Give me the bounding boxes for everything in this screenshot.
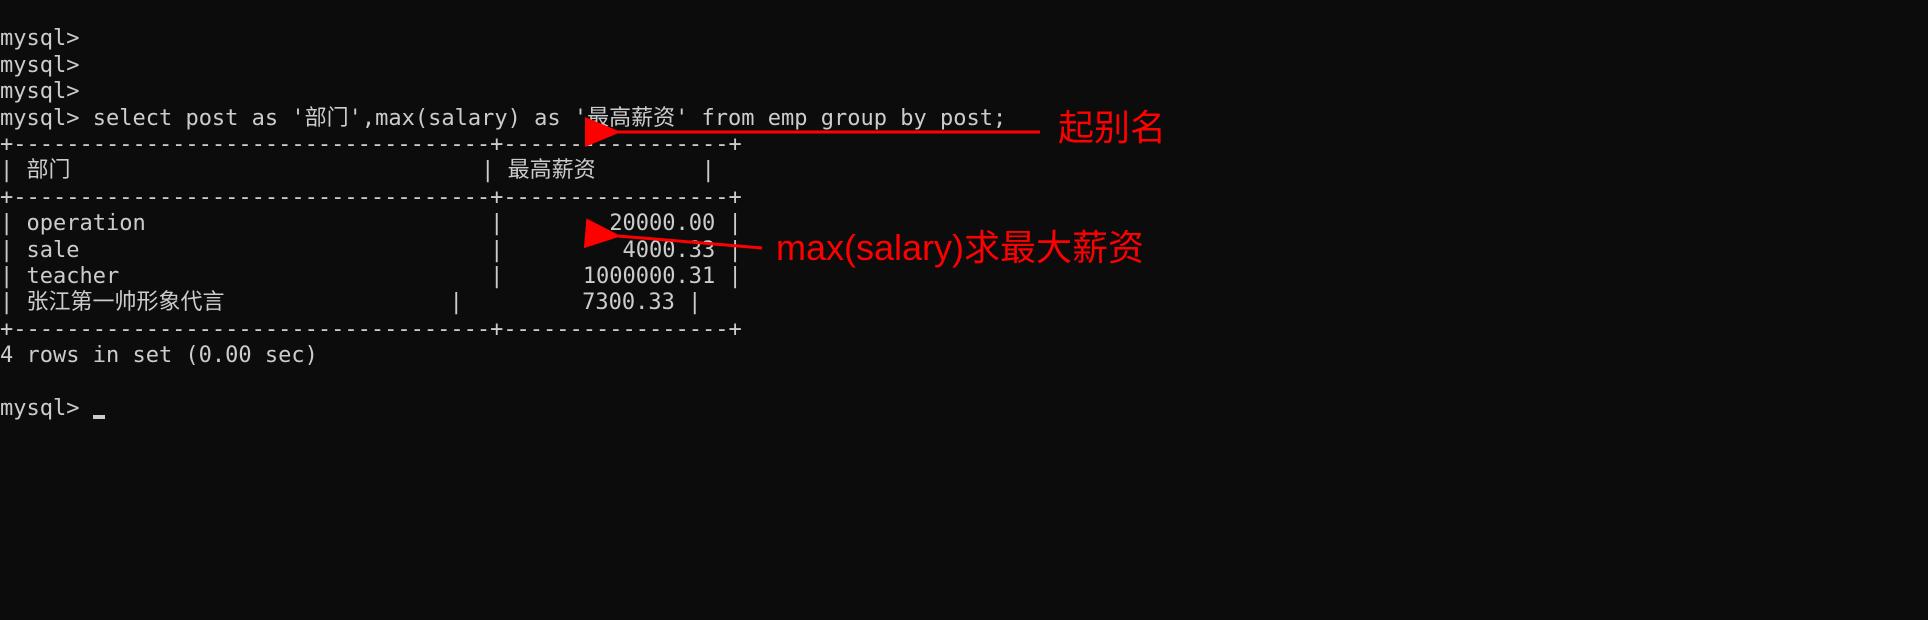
table-header-row: | 部门 | 最高薪资 |	[0, 158, 715, 183]
terminal-output[interactable]: mysql> mysql> mysql> mysql> select post …	[0, 0, 1928, 422]
table-bottom-border: +------------------------------------+--…	[0, 317, 742, 342]
table-row: | teacher | 1000000.31 |	[0, 264, 742, 289]
table-cell-salary: 4000.33	[623, 238, 716, 263]
table-cell-post: sale	[27, 238, 80, 263]
table-cell-salary: 20000.00	[609, 211, 715, 236]
table-cell-salary: 1000000.31	[583, 264, 715, 289]
mysql-prompt-2: mysql>	[0, 53, 79, 78]
table-cell-post: teacher	[27, 264, 120, 289]
table-cell-salary: 7300.33	[582, 290, 675, 315]
mysql-final-prompt: mysql>	[0, 396, 79, 421]
table-row: | operation | 20000.00 |	[0, 211, 742, 236]
sql-query: select post as '部门',max(salary) as '最高薪资…	[79, 106, 1006, 131]
cursor-icon	[93, 415, 105, 419]
mysql-prompt-3: mysql>	[0, 79, 79, 104]
table-mid-border: +------------------------------------+--…	[0, 185, 742, 210]
table-row: | 张江第一帅形象代言 | 7300.33 |	[0, 290, 701, 315]
table-cell-post: 张江第一帅形象代言	[27, 290, 225, 315]
final-prompt-line: mysql>	[0, 396, 105, 421]
annotation-max: max(salary)求最大薪资	[776, 226, 1144, 269]
table-header-col1: 部门	[27, 158, 71, 183]
table-header-col2: 最高薪资	[508, 158, 596, 183]
mysql-query-line: mysql> select post as '部门',max(salary) a…	[0, 106, 1006, 131]
mysql-prompt-1: mysql>	[0, 26, 79, 51]
result-status: 4 rows in set (0.00 sec)	[0, 343, 318, 368]
table-row: | sale | 4000.33 |	[0, 238, 742, 263]
table-top-border: +------------------------------------+--…	[0, 132, 742, 157]
annotation-alias: 起别名	[1058, 106, 1166, 149]
table-cell-post: operation	[27, 211, 146, 236]
mysql-query-prompt: mysql>	[0, 106, 79, 131]
